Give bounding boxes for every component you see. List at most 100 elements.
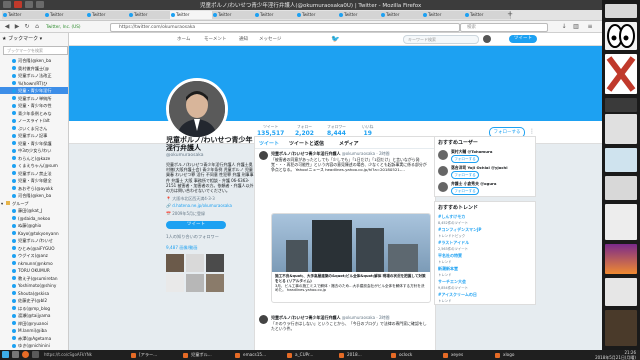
- bookmark-item[interactable]: 藤田(@kat_J: [0, 207, 68, 214]
- bookmark-item[interactable]: 中3の少女ら/わい: [0, 147, 68, 154]
- nav-moments[interactable]: モーメント: [204, 36, 226, 42]
- bookmark-item[interactable]: 佐藤史子(@bl2: [0, 297, 68, 304]
- bookmark-item[interactable]: Shouta(@skisa: [0, 290, 68, 297]
- library-icon[interactable]: ▥: [572, 23, 580, 30]
- account-avatar[interactable]: [483, 35, 491, 43]
- taskbar-item[interactable]: 児童ポル...: [182, 351, 235, 359]
- profile-link[interactable]: 🔗 d.hatena.ne.jp/okumuraosaka: [166, 203, 256, 208]
- bookmark-search-input[interactable]: ブックマークを検索: [3, 46, 68, 55]
- media-thumb[interactable]: [166, 254, 184, 273]
- maximize-icon[interactable]: [36, 1, 44, 8]
- tab[interactable]: Twitter: [338, 11, 385, 19]
- taskbar-item[interactable]: 2018...: [338, 351, 391, 359]
- dock-item[interactable]: [605, 98, 637, 112]
- trend-item[interactable]: #コンフィデンスマンJP トレンドトピック: [435, 226, 535, 239]
- bookmark-item[interactable]: 児童・青少年淫行: [0, 87, 68, 94]
- user-avatar[interactable]: [438, 166, 448, 176]
- trend-item[interactable]: #アイスクリームの日 トレンド: [435, 291, 535, 304]
- tab[interactable]: Twitter: [86, 11, 133, 19]
- follow-user-button[interactable]: フォローする: [451, 187, 479, 195]
- trend-item[interactable]: #しんすけモカ 8,452件のツイート: [435, 213, 535, 226]
- tweet-author[interactable]: 児童ポルノ/わいせつ青少年淫行弁護人: [271, 151, 340, 156]
- bookmark-item[interactable]: 児童ポルノ単純所: [0, 95, 68, 102]
- home-icon[interactable]: ⌂: [33, 23, 41, 30]
- bookmark-item[interactable]: 児童・青少年保護: [0, 140, 68, 147]
- bookmark-item[interactable]: 河合隆(@ken_ba: [0, 57, 68, 64]
- tweet-author[interactable]: 児童ポルノ/わいせつ青少年淫行弁護人: [271, 315, 340, 320]
- bookmark-item[interactable]: 奥村徹弁護士(@: [0, 65, 68, 72]
- tweet-avatar[interactable]: [259, 151, 268, 160]
- profile-avatar[interactable]: [166, 78, 228, 140]
- link-text[interactable]: d.hatena.ne.jp/okumuraosaka: [172, 203, 232, 208]
- taskbar-item[interactable]: a_CUPr...: [286, 351, 339, 359]
- bookmark-item[interactable]: (@daida_nekoo: [0, 215, 68, 222]
- tab-tweets[interactable]: ツイート: [259, 140, 279, 147]
- trend-item[interactable]: 平名社の特質 トレンド: [435, 252, 535, 265]
- taskbar-item[interactable]: emacs15...: [234, 351, 287, 359]
- firefox-icon[interactable]: [22, 351, 29, 358]
- nav-notifications[interactable]: 通知: [239, 36, 248, 42]
- bookmark-item[interactable]: ぬ藤(@ghio: [0, 222, 68, 229]
- bookmark-item[interactable]: 児童ポルノ記事: [0, 132, 68, 139]
- dock-item[interactable]: [605, 278, 637, 306]
- tweet[interactable]: 児童ポルノ/わいせつ青少年淫行弁護人 @okumuraosaka · 2時間 「…: [259, 315, 431, 350]
- app-menu-icon[interactable]: [3, 1, 11, 8]
- dock-item[interactable]: [605, 148, 637, 172]
- bookmark-item[interactable]: 渡瀬(@taijyama: [0, 312, 68, 319]
- media-thumb[interactable]: [206, 254, 224, 273]
- start-menu-icon[interactable]: [2, 351, 9, 358]
- bookmark-item[interactable]: 児童ポルノ/わいせ: [0, 237, 68, 244]
- nav-messages[interactable]: メッセージ: [259, 36, 281, 42]
- bookmark-item[interactable]: nkmunn(@nkmo: [0, 260, 68, 267]
- dock-item[interactable]: [605, 310, 637, 346]
- tab[interactable]: Twitter: [464, 11, 511, 19]
- bookmark-item[interactable]: 青少年条例とみな: [0, 110, 68, 117]
- menu-icon[interactable]: ≡: [586, 23, 594, 30]
- xlogo-widget[interactable]: [605, 54, 637, 94]
- suggested-user[interactable]: 落合洋司 Yoji Ochiai @yjochi フォローする: [435, 164, 535, 180]
- bookmark-item[interactable]: くまえちゃん(@sum: [0, 162, 68, 169]
- bookmark-item[interactable]: 河合隆(@ken_ba: [0, 192, 68, 199]
- search-input[interactable]: 検索: [460, 23, 548, 32]
- bookmark-item[interactable]: 児童ポルノ法改正: [0, 72, 68, 79]
- media-thumb[interactable]: [206, 274, 224, 293]
- twitter-logo-icon[interactable]: 🐦: [331, 35, 340, 43]
- site-identity[interactable]: Twitter, Inc. (US): [46, 24, 81, 29]
- user-avatar[interactable]: [438, 182, 448, 192]
- bookmark-item[interactable]: TORU OKUMUR: [0, 267, 68, 274]
- clock-widget[interactable]: [605, 4, 637, 18]
- bookmark-item[interactable]: M.Ianmi(@iba: [0, 327, 68, 334]
- photos-videos-link[interactable]: 9,487 画像/動画: [166, 245, 256, 251]
- bookmark-item[interactable]: Yoshimoto(@shiny: [0, 282, 68, 289]
- suggested-user[interactable]: 東村大輔 @Tohomura フォローする: [435, 148, 535, 164]
- followers-you-know[interactable]: 1人の知り合いのフォロワー: [166, 234, 256, 240]
- dock-item[interactable]: [605, 176, 637, 200]
- bookmark-item[interactable]: わらんと(@kaze: [0, 155, 68, 162]
- dock-item[interactable]: [605, 244, 637, 274]
- profile-handle[interactable]: @okumuraosaka: [166, 153, 256, 158]
- bookmark-item[interactable]: %(hown/RT)ひ: [0, 80, 68, 87]
- bookmark-folder[interactable]: ▾ グループ: [0, 200, 68, 207]
- bookmark-item[interactable]: 児童・青少年健全: [0, 177, 68, 184]
- media-thumb[interactable]: [186, 274, 204, 293]
- url-bar[interactable]: https://twitter.com/okumuraosaka: [110, 23, 460, 32]
- tab[interactable]: Twitter: [212, 11, 259, 19]
- bookmark-item[interactable]: 岸田(@ryuanoi: [0, 320, 68, 327]
- tweet-handle[interactable]: @okumuraosaka · 2時間: [342, 315, 390, 320]
- download-icon[interactable]: ↓: [560, 23, 568, 30]
- more-options-icon[interactable]: ⋮: [529, 128, 535, 135]
- dock-item[interactable]: [605, 204, 637, 240]
- bookmark-item[interactable]: Kayo(@tokyonyann: [0, 230, 68, 237]
- link-card[interactable]: 施工不良&quot;、大手高層建築の&quot;ビル全体&quot;解体 現場の…: [271, 213, 431, 303]
- taskbar-item[interactable]: xeyes: [442, 351, 495, 359]
- tweet-to-button[interactable]: ツイート: [166, 221, 226, 230]
- media-thumb[interactable]: [166, 274, 184, 293]
- new-tab-button[interactable]: +: [506, 11, 514, 18]
- close-icon[interactable]: [14, 1, 22, 8]
- bookmark-item[interactable]: ぶいくま兄さん: [0, 125, 68, 132]
- tab-tweets-replies[interactable]: ツイートと返信: [289, 140, 324, 147]
- bookmark-item[interactable]: あおぞら(@ayokk: [0, 185, 68, 192]
- bookmark-item[interactable]: 児童ポルノ禁止法: [0, 170, 68, 177]
- files-icon[interactable]: [32, 351, 39, 358]
- taskbar-item[interactable]: [アラー...: [130, 351, 183, 359]
